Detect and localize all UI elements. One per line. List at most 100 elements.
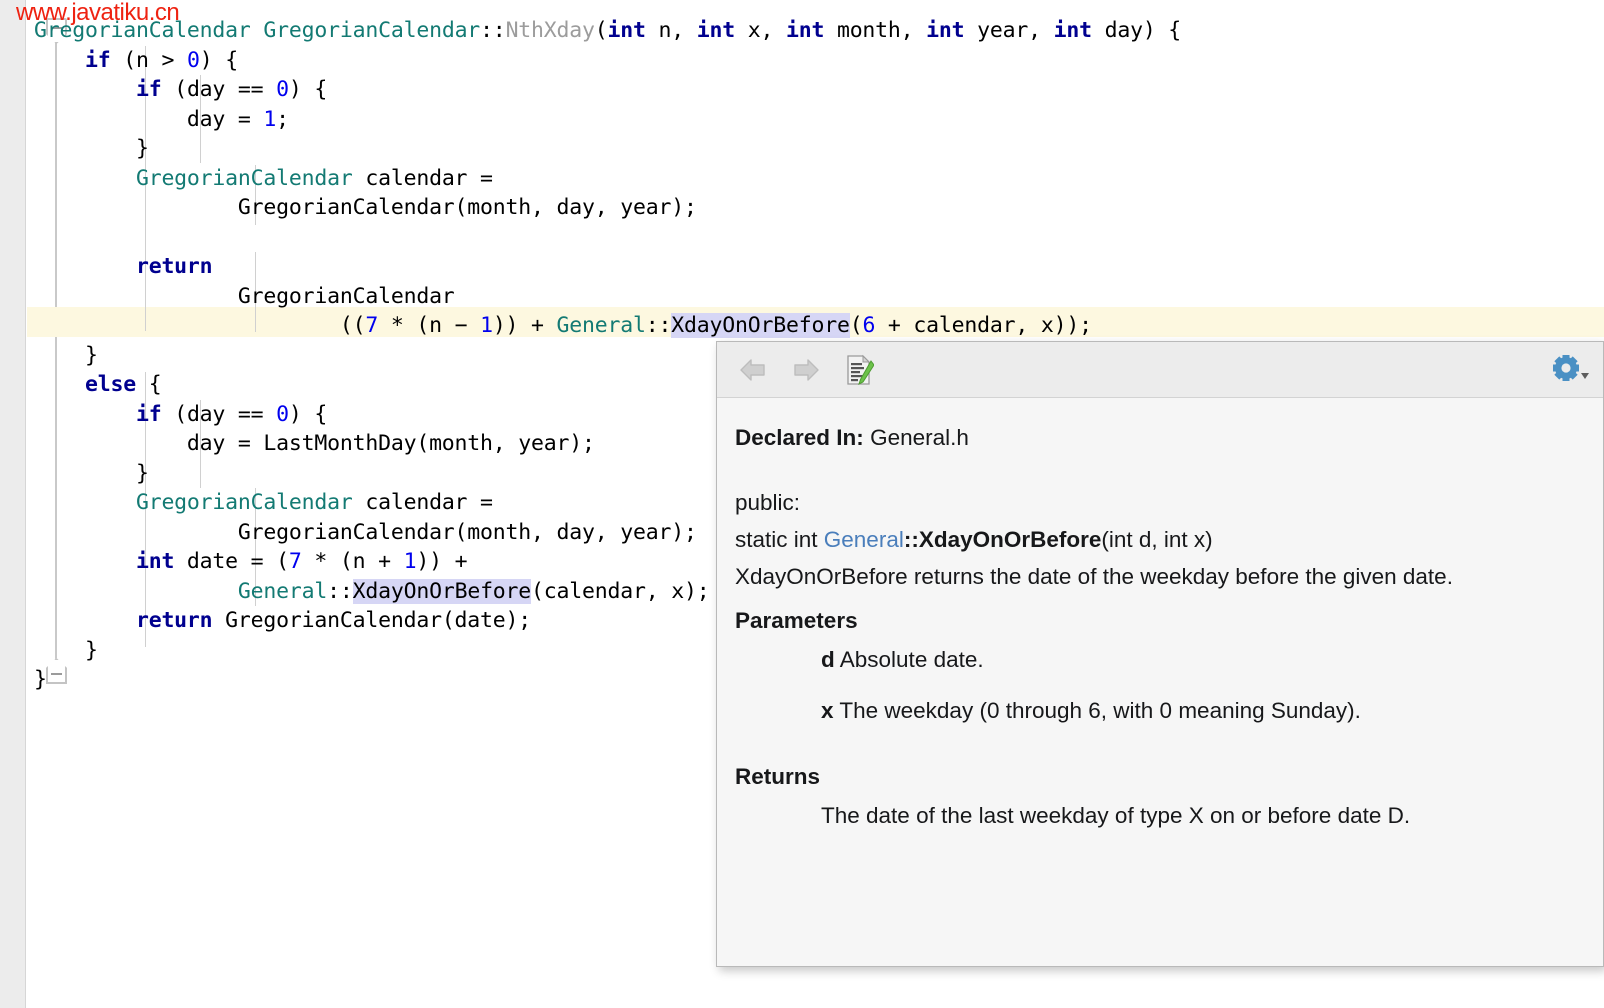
code-line[interactable]: if (day == 0) {: [34, 75, 1594, 105]
code-line[interactable]: if (n > 0) {: [34, 46, 1594, 76]
code-token: }: [34, 667, 47, 692]
code-token: GregorianCalendar: [263, 18, 480, 43]
code-token: [34, 166, 136, 191]
code-token: + calendar, x));: [875, 313, 1092, 338]
declared-in-label: Declared In:: [735, 425, 864, 450]
code-token: 7: [365, 313, 378, 338]
parameter-row: x The weekday (0 through 6, with 0 meani…: [821, 695, 1577, 726]
code-token: [34, 254, 136, 279]
popup-content: Declared In: General.h public: static in…: [717, 398, 1603, 967]
code-token: calendar =: [353, 490, 493, 515]
code-line[interactable]: day = 1;: [34, 105, 1594, 135]
edit-documentation-button[interactable]: [841, 352, 877, 388]
returns-text: The date of the last weekday of type X o…: [821, 800, 1577, 831]
documentation-popup[interactable]: Declared In: General.h public: static in…: [716, 341, 1604, 967]
declared-in-row: Declared In: General.h: [735, 422, 1577, 453]
code-token: n,: [646, 18, 697, 43]
code-line[interactable]: GregorianCalendar(month, day, year);: [34, 193, 1594, 223]
returns-heading: Returns: [735, 764, 1577, 790]
code-token: day) {: [1092, 18, 1181, 43]
code-token: }: [34, 343, 98, 368]
code-token: [34, 48, 85, 73]
code-token: (: [850, 313, 863, 338]
code-token: GregorianCalendar: [34, 284, 455, 309]
code-token: GregorianCalendar(month, day, year);: [34, 195, 697, 220]
code-token: * (n −: [378, 313, 480, 338]
code-token: 1: [480, 313, 493, 338]
code-line[interactable]: return: [34, 252, 1594, 282]
code-token: ((: [34, 313, 365, 338]
code-token: year,: [964, 18, 1053, 43]
code-token: 0: [276, 77, 289, 102]
code-token: 1: [263, 107, 276, 132]
code-token: GregorianCalendar: [136, 490, 353, 515]
parameter-name: d: [821, 647, 835, 672]
code-line[interactable]: GregorianCalendar GregorianCalendar::Nth…: [34, 16, 1594, 46]
code-token: 7: [289, 549, 302, 574]
code-token: (calendar, x);: [531, 579, 709, 604]
code-token: else: [85, 372, 136, 397]
code-token: (: [595, 18, 608, 43]
code-token: XdayOnOrBefore: [353, 579, 531, 604]
code-token: int: [1054, 18, 1092, 43]
site-watermark: www.javatiku.cn: [16, 0, 179, 27]
signature-prefix: static int: [735, 527, 824, 552]
access-specifier: public:: [735, 487, 1577, 518]
code-token: if: [85, 48, 111, 73]
code-token: (n >: [110, 48, 186, 73]
code-line[interactable]: }: [34, 134, 1594, 164]
code-token: ) {: [289, 77, 327, 102]
parameter-description: Absolute date.: [840, 647, 984, 672]
signature-name: XdayOnOrBefore: [919, 527, 1102, 552]
editor-gutter[interactable]: [0, 0, 26, 1008]
code-token: {: [136, 372, 162, 397]
code-token: [34, 402, 136, 427]
code-token: return: [136, 608, 212, 633]
code-line[interactable]: GregorianCalendar calendar =: [34, 164, 1594, 194]
code-token: ) {: [200, 48, 238, 73]
forward-button[interactable]: [788, 352, 824, 388]
settings-button[interactable]: [1549, 352, 1591, 388]
document-pencil-icon: [844, 354, 874, 386]
signature-scope: General: [824, 527, 904, 552]
arrow-left-icon: [738, 357, 768, 383]
code-token: 6: [862, 313, 875, 338]
code-token: ::: [327, 579, 353, 604]
code-line[interactable]: [34, 223, 1594, 253]
code-token: 0: [187, 48, 200, 73]
code-token: int: [926, 18, 964, 43]
code-token: if: [136, 402, 162, 427]
code-token: }: [34, 136, 149, 161]
code-token: * (n +: [302, 549, 404, 574]
code-token: (day ==: [161, 402, 276, 427]
code-token: int: [608, 18, 646, 43]
code-token: x,: [735, 18, 786, 43]
code-token: [34, 77, 136, 102]
popup-toolbar: [717, 342, 1603, 398]
code-token: }: [34, 638, 98, 663]
parameters-heading: Parameters: [735, 608, 1577, 634]
signature-row: static int General::XdayOnOrBefore(int d…: [735, 524, 1577, 555]
code-line[interactable]: GregorianCalendar: [34, 282, 1594, 312]
code-token: date = (: [174, 549, 289, 574]
parameter-row: d Absolute date.: [821, 644, 1577, 675]
code-token: )) +: [416, 549, 467, 574]
back-button[interactable]: [735, 352, 771, 388]
gear-icon: [1550, 353, 1590, 387]
code-token: day =: [34, 107, 263, 132]
code-line-current[interactable]: ((7 * (n − 1)) + General::XdayOnOrBefore…: [34, 311, 1594, 341]
code-token: ::: [646, 313, 672, 338]
arrow-right-icon: [791, 357, 821, 383]
code-token: int: [136, 549, 174, 574]
parameter-name: x: [821, 698, 834, 723]
code-token: month,: [824, 18, 926, 43]
spacer: [735, 459, 1577, 487]
code-token: XdayOnOrBefore: [671, 313, 849, 338]
code-token: day = LastMonthDay(month, year);: [34, 431, 595, 456]
code-token: General: [238, 579, 327, 604]
code-token: ;: [276, 107, 289, 132]
code-token: }: [34, 461, 149, 486]
code-token: (day ==: [161, 77, 276, 102]
declared-in-value: General.h: [870, 425, 969, 450]
code-token: NthXday: [506, 18, 595, 43]
